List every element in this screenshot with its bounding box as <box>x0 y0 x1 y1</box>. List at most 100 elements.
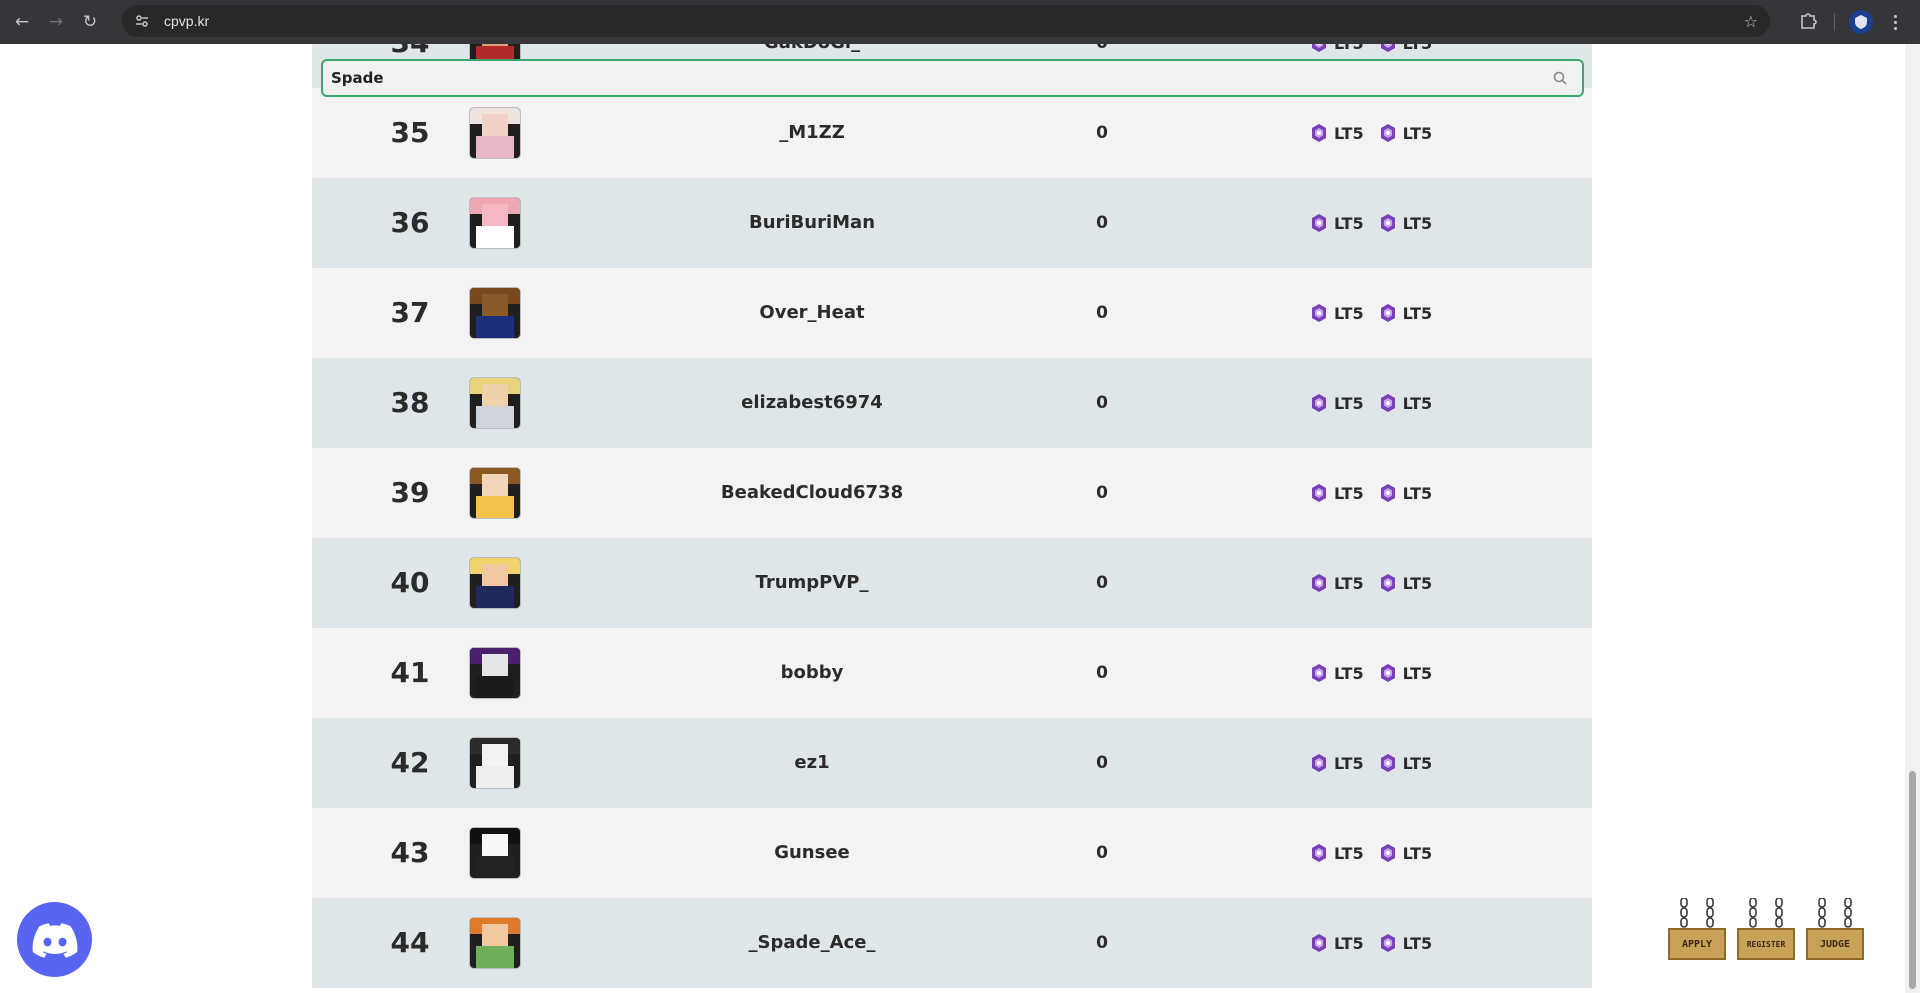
discord-button[interactable] <box>17 902 92 977</box>
tier-badge[interactable]: LT5 <box>1378 393 1433 413</box>
player-avatar[interactable] <box>470 828 520 878</box>
tier-label: LT5 <box>1334 933 1364 953</box>
player-avatar[interactable] <box>470 648 520 698</box>
tier-badge[interactable]: LT5 <box>1378 573 1432 593</box>
profile-avatar-icon[interactable] <box>1849 10 1873 34</box>
player-avatar[interactable] <box>470 108 520 158</box>
tier-badge[interactable]: LT5 <box>1378 303 1432 323</box>
tier-label: LT5 <box>1402 663 1433 683</box>
player-points: 0 <box>1096 843 1108 863</box>
tier-badge[interactable]: LT5 <box>1309 573 1364 593</box>
tier-badge[interactable]: LT5 <box>1309 753 1364 773</box>
leaderboard-row[interactable]: 43 Gunsee 0 LT5 LT5 <box>312 808 1592 898</box>
tier-badge[interactable]: LT5 <box>1309 123 1364 143</box>
register-sign-button[interactable]: REGISTER <box>1737 898 1795 960</box>
player-name[interactable]: _M1ZZ <box>612 88 1012 178</box>
tier-gem-icon <box>1380 304 1395 322</box>
avatar-face <box>482 384 508 406</box>
player-name[interactable]: Over_Heat <box>612 268 1012 358</box>
player-avatar[interactable] <box>470 918 520 968</box>
tier-badge[interactable]: LT5 <box>1309 663 1364 683</box>
browser-menu-icon[interactable] <box>1889 10 1901 34</box>
tier-badge[interactable]: LT5 <box>1378 933 1432 953</box>
avatar-body <box>476 946 514 968</box>
avatar-face <box>482 204 508 226</box>
leaderboard-row[interactable]: 44 _Spade_Ace_ 0 LT5 LT5 <box>312 898 1592 988</box>
forward-icon[interactable]: → <box>44 10 68 34</box>
judge-sign-label: JUDGE <box>1819 938 1851 950</box>
leaderboard-row[interactable]: 39 BeakedCloud6738 0 LT5 LT5 <box>312 448 1592 538</box>
player-avatar[interactable] <box>470 378 520 428</box>
back-icon[interactable]: ← <box>10 10 34 34</box>
tier-badge[interactable]: LT5 <box>1309 483 1364 503</box>
leaderboard-row[interactable]: 41 bobby 0 LT5 LT5 <box>312 628 1592 718</box>
tier-badge[interactable]: LT5 <box>1309 213 1364 233</box>
leaderboard-row[interactable]: 37 Over_Heat 0 LT5 LT5 <box>312 268 1592 358</box>
tier-badge[interactable]: LT5 <box>1378 483 1432 503</box>
player-avatar[interactable] <box>470 558 520 608</box>
player-name[interactable]: _Spade_Ace_ <box>612 898 1012 988</box>
tier-gem-icon <box>1312 574 1326 592</box>
tier-badge[interactable]: LT5 <box>1309 44 1364 53</box>
player-search-box[interactable] <box>321 59 1584 97</box>
player-name[interactable]: ez1 <box>612 718 1012 808</box>
player-points: 0 <box>1096 573 1108 593</box>
player-name[interactable]: BuriBuriMan <box>612 178 1012 268</box>
player-avatar[interactable] <box>470 198 520 248</box>
leaderboard-row[interactable]: 42 ez1 0 LT5 LT5 <box>312 718 1592 808</box>
avatar-face <box>482 294 508 316</box>
player-tiers: LT5 LT5 <box>1309 628 1432 718</box>
tier-badge[interactable]: LT5 <box>1378 123 1432 143</box>
search-input[interactable] <box>331 69 1531 87</box>
judge-sign-button[interactable]: JUDGE <box>1806 898 1864 960</box>
player-points: 0 <box>1096 933 1108 953</box>
address-bar[interactable]: cpvp.kr ☆ <box>122 5 1770 37</box>
tier-gem-icon <box>1312 304 1326 322</box>
scrollbar-thumb[interactable] <box>1909 771 1916 989</box>
tier-badge[interactable]: LT5 <box>1309 843 1364 863</box>
player-tiers: LT5 LT5 <box>1309 898 1432 988</box>
player-name[interactable]: elizabest6974 <box>612 358 1012 448</box>
leaderboard-row[interactable]: 35 _M1ZZ 0 LT5 LT5 <box>312 88 1592 178</box>
avatar-face <box>482 924 508 946</box>
url-text[interactable]: cpvp.kr <box>164 13 209 29</box>
player-avatar[interactable] <box>470 288 520 338</box>
tier-gem-icon <box>1312 754 1326 772</box>
tier-badge[interactable]: LT5 <box>1309 933 1364 953</box>
player-tiers: LT5 LT5 <box>1309 538 1432 628</box>
site-info-icon[interactable] <box>132 11 152 31</box>
tier-badge[interactable]: LT5 <box>1378 663 1433 683</box>
page-scrollbar[interactable] <box>1905 44 1920 993</box>
extensions-icon[interactable] <box>1797 10 1819 32</box>
avatar-face <box>482 834 508 856</box>
player-avatar[interactable] <box>470 738 520 788</box>
tier-badge[interactable]: LT5 <box>1378 213 1432 233</box>
leaderboard-row[interactable]: 36 BuriBuriMan 0 LT5 LT5 <box>312 178 1592 268</box>
player-name[interactable]: TrumpPVP_ <box>612 538 1012 628</box>
player-rank: 38 <box>390 386 430 419</box>
bookmark-star-icon[interactable]: ☆ <box>1744 12 1758 31</box>
tier-badge[interactable]: LT5 <box>1309 303 1364 323</box>
search-icon[interactable] <box>1552 70 1568 86</box>
tier-gem-icon <box>1380 214 1395 232</box>
tier-badge[interactable]: LT5 <box>1378 753 1432 773</box>
leaderboard-row[interactable]: 38 elizabest6974 0 LT5 LT5 <box>312 358 1592 448</box>
tier-badge[interactable]: LT5 <box>1378 843 1432 863</box>
apply-sign-label: APPLY <box>1681 938 1713 950</box>
player-tiers: LT5 LT5 <box>1309 358 1432 448</box>
leaderboard-row[interactable]: 40 TrumpPVP_ 0 LT5 LT5 <box>312 538 1592 628</box>
tier-badge[interactable]: LT5 <box>1309 393 1364 413</box>
apply-sign-button[interactable]: APPLY <box>1668 898 1726 960</box>
tier-gem-icon <box>1312 124 1326 142</box>
player-name[interactable]: bobby <box>612 628 1012 718</box>
tier-badge[interactable]: LT5 <box>1378 44 1432 53</box>
tier-label: LT5 <box>1334 303 1364 323</box>
player-name[interactable]: Gunsee <box>612 808 1012 898</box>
tier-gem-icon <box>1380 754 1395 772</box>
player-avatar[interactable] <box>470 468 520 518</box>
reload-icon[interactable]: ↻ <box>78 10 102 34</box>
tier-gem-icon <box>1380 484 1395 502</box>
player-name[interactable]: BeakedCloud6738 <box>612 448 1012 538</box>
player-points: 0 <box>1096 393 1108 413</box>
tier-label: LT5 <box>1402 393 1433 413</box>
